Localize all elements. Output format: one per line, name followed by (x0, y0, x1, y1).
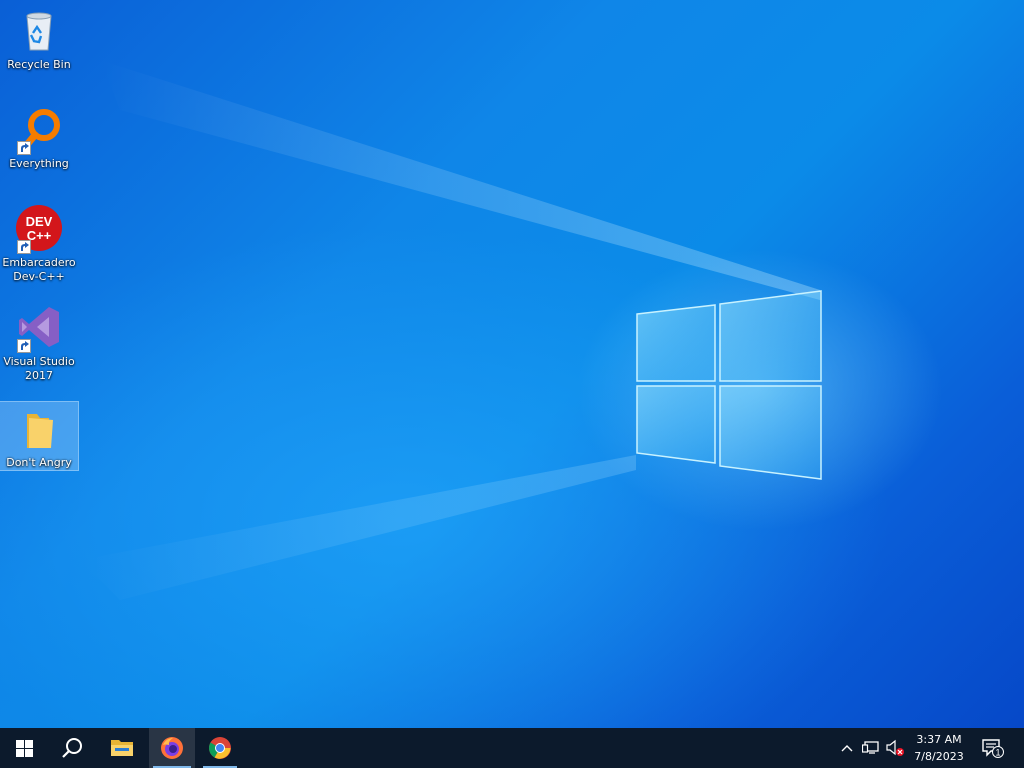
shortcut-arrow-icon (17, 339, 31, 353)
dev-cpp-icon: DEV C++ (15, 204, 63, 254)
start-button[interactable] (0, 728, 48, 768)
folder-icon (15, 406, 63, 454)
shortcut-arrow-icon (17, 240, 31, 254)
search-button[interactable] (48, 728, 96, 768)
network-icon (862, 741, 879, 754)
chrome-icon (209, 737, 231, 759)
desktop-icon-label: Everything (9, 157, 69, 170)
volume-button[interactable] (884, 728, 906, 768)
desktop-icon-recycle-bin[interactable]: Recycle Bin (0, 6, 78, 72)
taskbar-app-chrome[interactable] (199, 728, 241, 768)
notification-icon: 1 (982, 739, 1004, 758)
network-button[interactable] (860, 728, 882, 768)
svg-text:DEV: DEV (26, 214, 53, 229)
volume-muted-icon (886, 739, 904, 756)
desktop-icon-visual-studio[interactable]: Visual Studio 2017 (0, 303, 78, 383)
desktop-icon-label: Visual Studio 2017 (3, 355, 75, 382)
start-icon (15, 739, 33, 757)
desktop-icon-everything[interactable]: Everything (0, 105, 78, 171)
search-icon (62, 738, 82, 758)
clock-button[interactable]: 3:37 AM 7/8/2023 (908, 728, 970, 768)
desktop-icon-label: Recycle Bin (7, 58, 71, 71)
visual-studio-icon (15, 303, 63, 353)
shortcut-arrow-icon (17, 141, 31, 155)
clock-date: 7/8/2023 (914, 750, 964, 763)
action-center-button[interactable]: 1 (976, 728, 1010, 768)
desktop-icon-label: Don't Angry (6, 456, 72, 469)
file-explorer-icon (111, 740, 133, 756)
windows-logo-wallpaper (80, 60, 822, 600)
clock-time: 3:37 AM (916, 733, 962, 746)
desktop-icon-dont-angry-folder[interactable]: Don't Angry (0, 401, 79, 471)
taskbar: 3:37 AM 7/8/2023 1 (0, 728, 1024, 768)
show-hidden-icons-button[interactable] (838, 728, 856, 768)
chevron-up-icon (841, 745, 853, 752)
firefox-icon (161, 737, 183, 759)
desktop-icon-dev-cpp[interactable]: DEV C++ Embarcadero Dev-C++ (0, 204, 78, 284)
desktop-icon-label: Embarcadero Dev-C++ (2, 256, 76, 283)
taskbar-app-firefox[interactable] (149, 728, 195, 768)
notification-count: 1 (995, 748, 1000, 758)
desktop[interactable]: Recycle Bin Everything DEV C++ Embarcade… (0, 0, 1024, 728)
taskbar-app-file-explorer[interactable] (99, 728, 145, 768)
recycle-bin-icon (15, 6, 63, 54)
everything-search-icon (15, 105, 63, 155)
